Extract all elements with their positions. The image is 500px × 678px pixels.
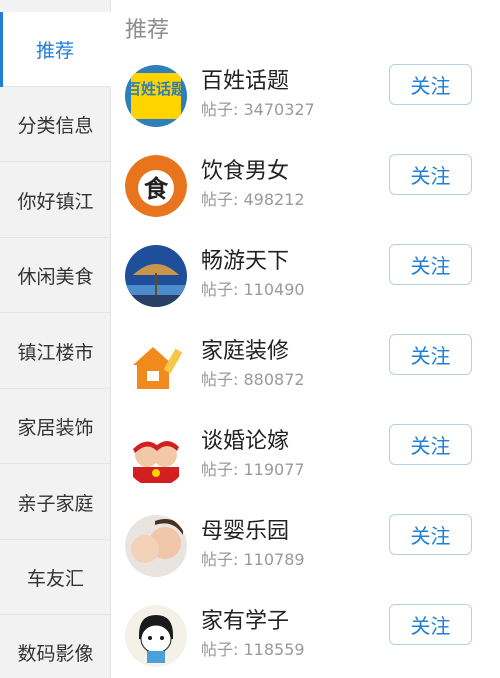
forum-post-count: 帖子: 118559 xyxy=(201,640,305,659)
sidebar-item-label: 分类信息 xyxy=(17,114,94,137)
follow-button[interactable]: 关注 xyxy=(389,424,472,465)
forum-row[interactable]: 百姓话题 百姓话题 帖子: 3470327 关注 xyxy=(111,50,500,140)
food-logo-icon: 食 xyxy=(125,155,187,217)
follow-button[interactable]: 关注 xyxy=(389,64,472,105)
sidebar-item-label: 亲子家庭 xyxy=(17,492,94,515)
mother-baby-icon xyxy=(125,515,187,577)
follow-button[interactable]: 关注 xyxy=(389,154,472,195)
sidebar-item-family[interactable]: 亲子家庭 xyxy=(0,465,111,540)
follow-button[interactable]: 关注 xyxy=(389,244,472,285)
forum-name: 母婴乐园 xyxy=(201,519,290,544)
sidebar-item-car-club[interactable]: 车友汇 xyxy=(0,540,111,615)
sidebar-item-classifieds[interactable]: 分类信息 xyxy=(0,87,111,162)
sidebar-item-label: 家居装饰 xyxy=(17,416,94,439)
forum-row[interactable]: 畅游天下 帖子: 110490 关注 xyxy=(111,230,500,320)
student-cartoon-icon xyxy=(125,605,187,667)
section-title: 推荐 xyxy=(125,18,170,43)
sidebar-item-label: 推荐 xyxy=(35,39,74,62)
follow-button[interactable]: 关注 xyxy=(389,514,472,555)
category-sidebar: 推荐 分类信息 你好镇江 休闲美食 镇江楼市 家居装饰 亲子家庭 车友汇 数码影… xyxy=(0,0,111,678)
sidebar-item-label: 数码影像 xyxy=(17,642,94,665)
sidebar-item-label: 你好镇江 xyxy=(17,190,94,213)
baixing-huati-logo-icon: 百姓话题 xyxy=(125,65,187,127)
sidebar-item-leisure-food[interactable]: 休闲美食 xyxy=(0,238,111,313)
forum-name: 畅游天下 xyxy=(201,249,290,274)
forum-post-count: 帖子: 3470327 xyxy=(201,100,315,119)
house-paint-icon xyxy=(125,335,187,397)
forum-name: 家有学子 xyxy=(201,609,290,634)
forum-row[interactable]: 谈婚论嫁 帖子: 119077 关注 xyxy=(111,410,500,500)
forum-row[interactable]: 家有学子 帖子: 118559 关注 xyxy=(111,590,500,678)
follow-button[interactable]: 关注 xyxy=(389,604,472,645)
forum-name: 谈婚论嫁 xyxy=(201,429,290,454)
follow-button[interactable]: 关注 xyxy=(389,334,472,375)
sidebar-item-recommend[interactable]: 推荐 xyxy=(0,12,111,87)
app-root: 推荐 分类信息 你好镇江 休闲美食 镇江楼市 家居装饰 亲子家庭 车友汇 数码影… xyxy=(0,0,500,678)
forum-row[interactable]: 母婴乐园 帖子: 110789 关注 xyxy=(111,500,500,590)
avatar-glyph: 食 xyxy=(144,175,169,203)
forum-post-count: 帖子: 110789 xyxy=(201,550,305,569)
wedding-couple-icon xyxy=(125,425,187,487)
forum-name: 百姓话题 xyxy=(201,69,290,94)
forum-post-count: 帖子: 880872 xyxy=(201,370,305,389)
forum-post-count: 帖子: 498212 xyxy=(201,190,305,209)
sidebar-item-hello-zhenjiang[interactable]: 你好镇江 xyxy=(0,163,111,238)
forum-name: 饮食男女 xyxy=(201,159,290,184)
forum-post-count: 帖子: 119077 xyxy=(201,460,305,479)
forum-post-count: 帖子: 110490 xyxy=(201,280,305,299)
forum-row[interactable]: 家庭装修 帖子: 880872 关注 xyxy=(111,320,500,410)
forum-row[interactable]: 食 饮食男女 帖子: 498212 关注 xyxy=(111,140,500,230)
beach-umbrella-icon xyxy=(125,245,187,307)
sidebar-item-label: 镇江楼市 xyxy=(17,341,94,364)
sidebar-item-label: 车友汇 xyxy=(26,567,84,590)
forum-name: 家庭装修 xyxy=(201,339,290,364)
avatar-text-top: 百姓话题 xyxy=(126,80,187,98)
sidebar-item-digital-imaging[interactable]: 数码影像 xyxy=(0,615,111,678)
sidebar-item-property[interactable]: 镇江楼市 xyxy=(0,314,111,389)
sidebar-item-label: 休闲美食 xyxy=(17,265,94,288)
sidebar-item-home-decor[interactable]: 家居装饰 xyxy=(0,389,111,464)
